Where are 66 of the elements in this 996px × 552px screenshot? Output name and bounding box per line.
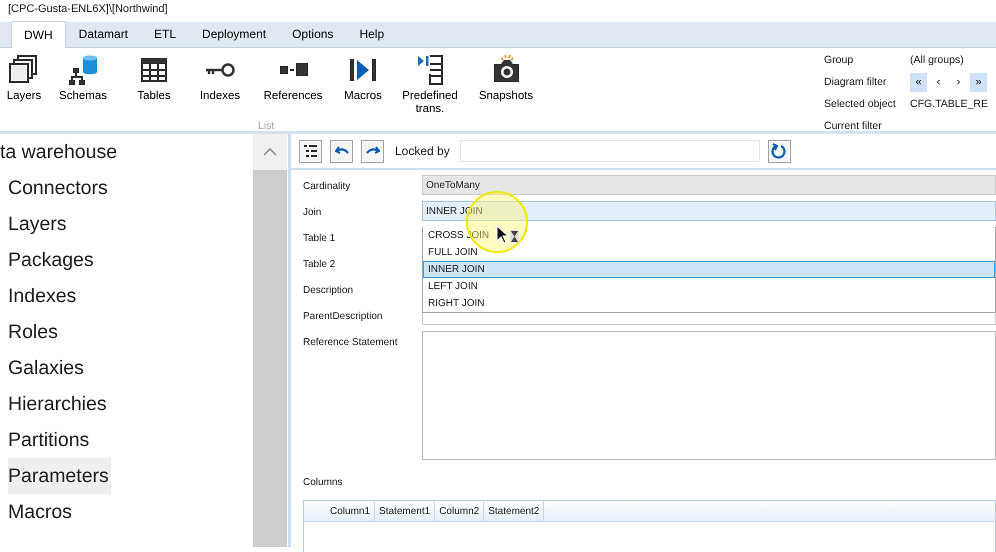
dropdown-option[interactable]: LEFT JOIN — [423, 278, 995, 295]
ribbon-button[interactable]: Snapshots — [470, 48, 542, 131]
field-value: (All groups) — [910, 53, 965, 68]
tree-item[interactable]: Packages — [8, 249, 94, 271]
ribbon-button[interactable]: Layers — [0, 48, 48, 131]
hierarchy-database-icon — [67, 54, 99, 86]
list-button[interactable] — [299, 140, 322, 162]
field-label: Reference Statement — [303, 336, 398, 350]
field-label: Description — [303, 284, 354, 298]
ribbon-button[interactable]: Indexes — [190, 48, 250, 131]
ribbon-button[interactable]: Macros — [336, 48, 390, 131]
dropdown-option[interactable]: INNER JOIN — [423, 261, 995, 278]
tree-item[interactable]: Layers — [8, 213, 67, 235]
window-title: [CPC-Gusta-ENL6X]\[Northwind] — [7, 2, 169, 17]
scrollbar[interactable] — [253, 134, 287, 547]
tree-item[interactable]: Macros — [8, 501, 72, 523]
combo-box[interactable]: OneToMany — [422, 175, 996, 195]
ribbon-tab[interactable]: ETL — [141, 20, 190, 47]
ribbon-button[interactable]: Tables — [118, 48, 190, 131]
tree-item[interactable]: Roles — [8, 321, 58, 343]
scroll-up-icon[interactable] — [263, 148, 277, 156]
nav-button[interactable]: « — [910, 73, 927, 92]
redo-button[interactable] — [361, 140, 384, 162]
dropdown-option[interactable]: RIGHT JOIN — [423, 295, 995, 312]
field-label: Current filter — [824, 119, 883, 134]
column-header[interactable]: Column2 — [435, 501, 484, 521]
refresh-icon — [771, 143, 788, 159]
redo-icon — [366, 146, 380, 156]
column-header[interactable]: Column1 — [326, 501, 376, 521]
ribbon-tab[interactable]: DWH — [11, 21, 66, 48]
layers-icon — [8, 54, 40, 86]
ribbon-button[interactable]: Schemas — [48, 48, 118, 131]
ribbon-tab[interactable]: Deployment — [189, 20, 280, 47]
column-header[interactable]: Statement2 — [484, 501, 544, 521]
field-label: Diagram filter — [824, 75, 888, 90]
tree-item[interactable]: Partitions — [8, 429, 90, 451]
locked-by-label: Locked by — [395, 143, 450, 160]
ribbon-tab[interactable]: Options — [279, 20, 346, 47]
field-label: Table 2 — [303, 258, 336, 272]
nav-button[interactable]: › — [950, 73, 967, 92]
field-label: Join — [303, 206, 322, 220]
nav-button[interactable]: ‹ — [930, 73, 947, 92]
tree-item[interactable]: ta warehouse — [0, 141, 118, 163]
tree-item[interactable]: Connectors — [8, 177, 108, 199]
field-label: Group — [824, 53, 854, 68]
tree-item[interactable]: Parameters — [8, 458, 111, 494]
group-label: List — [258, 119, 274, 134]
ribbon-tab[interactable]: Help — [346, 20, 398, 47]
field-label: Table 1 — [303, 232, 336, 246]
field-value: CFG.TABLE_RE — [910, 97, 989, 112]
field-label: Cardinality — [303, 180, 352, 194]
column-header[interactable]: Statement1 — [375, 501, 436, 521]
field-label: Columns — [303, 476, 344, 490]
ribbon-tab[interactable]: Datamart — [66, 20, 142, 47]
list-icon — [303, 144, 318, 158]
tree-item[interactable]: Galaxies — [8, 357, 84, 379]
dropdown-option[interactable]: FULL JOIN — [423, 244, 995, 261]
field-label: ParentDescription — [303, 310, 384, 324]
tree-item[interactable]: Indexes — [8, 285, 76, 307]
nav-button[interactable]: » — [970, 73, 987, 92]
field-label: Selected object — [824, 97, 897, 112]
ribbon-button[interactable]: Predefined trans. — [390, 48, 470, 131]
tree-item[interactable]: Hierarchies — [8, 393, 107, 415]
undo-button[interactable] — [330, 140, 353, 162]
undo-icon — [334, 146, 348, 156]
refresh-button[interactable] — [768, 140, 791, 162]
